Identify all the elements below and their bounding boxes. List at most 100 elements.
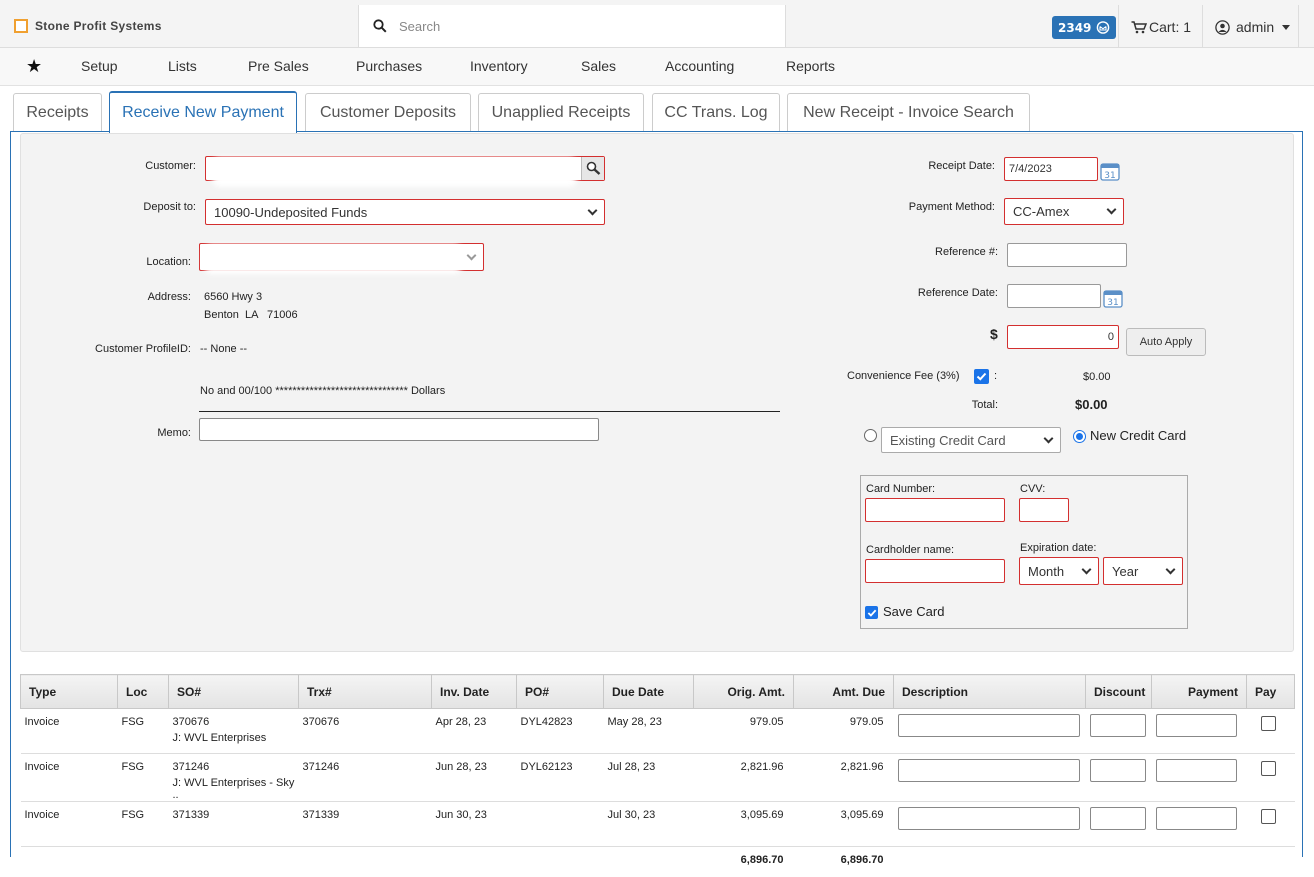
expiry-year-select[interactable]: Year (1103, 557, 1183, 585)
discount-input[interactable] (1089, 714, 1146, 737)
favorites-star-icon[interactable]: ★ (26, 56, 42, 77)
calendar-icon[interactable]: 31 (1100, 161, 1120, 181)
description-input[interactable] (897, 759, 1080, 782)
col-payment[interactable]: Payment (1151, 674, 1247, 709)
cell-discount (1085, 753, 1152, 802)
cell-pay (1246, 753, 1295, 802)
caret-down-icon (1282, 24, 1291, 30)
new-card-label: New Credit Card (1090, 428, 1187, 443)
nav-inventory[interactable]: Inventory (470, 58, 528, 74)
auto-apply-button[interactable]: Auto Apply (1126, 328, 1206, 356)
notification-badge[interactable]: 2349 (1052, 16, 1117, 39)
payment-input[interactable] (1155, 807, 1237, 830)
cart-link[interactable]: Cart: 1 (1131, 19, 1191, 35)
col-due-date[interactable]: Due Date (603, 674, 694, 709)
description-input[interactable] (897, 714, 1080, 737)
checkmark-icon (976, 372, 987, 381)
chevron-down-icon (587, 205, 598, 215)
nav-reports[interactable]: Reports (786, 58, 835, 74)
so-job: J: WVL Enterprises (172, 732, 267, 744)
cell-so: 371339 (168, 801, 299, 847)
col-inv-date[interactable]: Inv. Date (431, 674, 517, 709)
tab-new-receipt-invoice-search[interactable]: New Receipt - Invoice Search (787, 93, 1030, 131)
payment-input[interactable] (1155, 714, 1237, 737)
description-input[interactable] (897, 807, 1080, 830)
convenience-fee-checkbox[interactable] (974, 369, 989, 384)
nav-accounting[interactable]: Accounting (665, 58, 734, 74)
global-search[interactable] (358, 5, 786, 47)
existing-card-select[interactable]: Existing Credit Card (881, 427, 1061, 453)
cell-orig-amt: 3,095.69 (693, 801, 794, 847)
calendar-icon[interactable]: 31 (1103, 288, 1123, 308)
cell-discount (1085, 801, 1152, 847)
discount-input[interactable] (1089, 807, 1146, 830)
cardholder-input[interactable] (865, 559, 1005, 583)
col-discount[interactable]: Discount (1085, 674, 1152, 709)
col-description[interactable]: Description (893, 674, 1086, 709)
pay-checkbox[interactable] (1260, 761, 1276, 776)
col-so[interactable]: SO# (168, 674, 299, 709)
pay-checkbox[interactable] (1260, 716, 1276, 731)
customer-lookup-button[interactable] (581, 157, 604, 180)
receipt-date-input[interactable]: 7/4/2023 (1004, 157, 1098, 181)
cvv-input[interactable] (1019, 498, 1069, 522)
col-amt-due[interactable]: Amt. Due (793, 674, 894, 709)
memo-label: Memo: (157, 427, 191, 439)
expiry-month-select[interactable]: Month (1019, 557, 1099, 585)
col-pay[interactable]: Pay (1246, 674, 1295, 709)
tab-unapplied-receipts[interactable]: Unapplied Receipts (478, 93, 644, 131)
total-label: Total: (971, 399, 998, 411)
cell-type: Invoice (20, 801, 118, 847)
nav-purchases[interactable]: Purchases (356, 58, 422, 74)
payment-method-select[interactable]: CC-Amex (1004, 198, 1124, 225)
so-job: J: WVL Enterprises - Sky .. (172, 777, 295, 801)
nav-lists[interactable]: Lists (168, 58, 197, 74)
amount-value: 0 (1107, 331, 1114, 343)
cell-description (893, 801, 1086, 847)
amount-input[interactable]: 0 (1007, 325, 1119, 349)
pay-checkbox[interactable] (1260, 809, 1276, 824)
address-line-1: 6560 Hwy 3 (204, 291, 263, 303)
cell-due-date: Jul 28, 23 (603, 753, 694, 802)
cell-description (893, 708, 1086, 754)
save-card-checkbox[interactable] (865, 606, 878, 619)
discount-input[interactable] (1089, 759, 1146, 782)
nav-pre-sales[interactable]: Pre Sales (248, 58, 309, 74)
reference-input[interactable] (1007, 243, 1127, 267)
search-input[interactable] (397, 17, 757, 35)
convenience-fee-label: Convenience Fee (3%) (847, 370, 960, 382)
table-row: Invoice FSG 371246 J: WVL Enterprises - S… (20, 753, 1295, 802)
payment-input[interactable] (1155, 759, 1237, 782)
cell-amt-due: 979.05 (793, 708, 894, 754)
location-label: Location: (146, 256, 191, 268)
cell-inv-date: Apr 28, 23 (431, 708, 517, 754)
tab-receipts[interactable]: Receipts (13, 93, 102, 131)
col-orig-amt[interactable]: Orig. Amt. (693, 674, 794, 709)
existing-card-radio[interactable] (864, 429, 877, 442)
chevron-down-icon (466, 250, 477, 260)
col-trx[interactable]: Trx# (298, 674, 432, 709)
card-number-input[interactable] (865, 498, 1005, 522)
tab-receive-new-payment[interactable]: Receive New Payment (109, 91, 297, 133)
tab-cc-trans-log[interactable]: CC Trans. Log (652, 93, 780, 131)
col-po[interactable]: PO# (516, 674, 604, 709)
col-loc[interactable]: Loc (117, 674, 169, 709)
reference-date-input[interactable] (1007, 284, 1101, 308)
reference-date-label: Reference Date: (917, 287, 998, 299)
nav-setup[interactable]: Setup (81, 58, 118, 74)
customer-profile-label: Customer ProfileID: (95, 343, 191, 355)
cell-amt-due: 3,095.69 (793, 801, 894, 847)
address-line-2: Benton LA 71006 (204, 309, 298, 321)
user-menu[interactable]: admin (1215, 19, 1291, 35)
new-card-radio[interactable] (1073, 430, 1086, 443)
brand[interactable]: Stone Profit Systems (14, 17, 162, 35)
tab-customer-deposits[interactable]: Customer Deposits (305, 93, 471, 131)
nav-sales[interactable]: Sales (581, 58, 616, 74)
user-name: admin (1236, 19, 1275, 35)
memo-input[interactable] (199, 418, 599, 441)
deposit-to-select[interactable]: 10090-Undeposited Funds (205, 199, 605, 225)
cart-label: Cart: 1 (1149, 19, 1192, 35)
cell-orig-amt: 2,821.96 (693, 753, 794, 802)
col-type[interactable]: Type (20, 674, 118, 709)
main-nav: ★ Setup Lists Pre Sales Purchases Invent… (0, 48, 1314, 86)
